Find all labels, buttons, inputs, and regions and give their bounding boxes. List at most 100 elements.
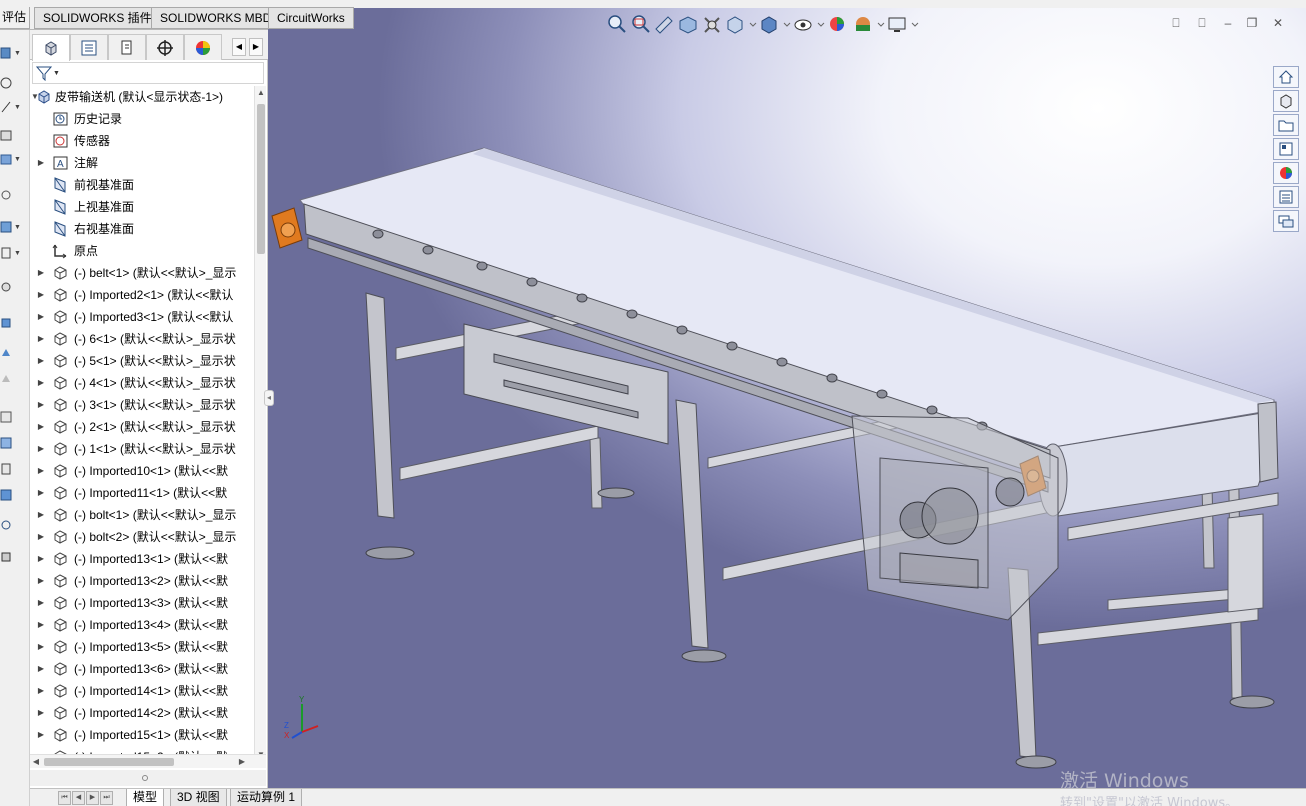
tree-item[interactable]: ▶ (-) Imported13<1> (默认<<默 [30, 548, 254, 570]
tree-item[interactable]: ▶ (-) Imported10<1> (默认<<默 [30, 460, 254, 482]
expand-icon[interactable]: ▶ [36, 680, 46, 702]
restore-icon[interactable]: ❐ [1244, 16, 1260, 32]
graphics-area[interactable]: ⎕ ⎕ – ❐ ✕ Y Z X [268, 8, 1306, 788]
minimize-icon[interactable]: – [1220, 16, 1236, 32]
next-tab-icon[interactable]: ▶ [86, 791, 99, 805]
tool-icon-5[interactable]: ▼ [0, 148, 24, 170]
tree-root[interactable]: ▼ 皮带输送机 (默认<显示状态-1>) [30, 86, 254, 108]
scroll-thumb[interactable] [257, 104, 265, 254]
expand-icon[interactable]: ▶ [36, 394, 46, 416]
previous-view-icon[interactable] [652, 13, 676, 35]
panel-collapse-handle[interactable]: ◂ [264, 390, 274, 406]
tab-circuitworks[interactable]: CircuitWorks [268, 7, 354, 29]
tool-icon-9[interactable] [0, 276, 24, 298]
display-manager-tab[interactable] [184, 34, 222, 60]
configuration-manager-tab[interactable] [108, 34, 146, 60]
tree-item[interactable]: ▶ (-) Imported14<1> (默认<<默 [30, 680, 254, 702]
tab-model[interactable]: 模型 [126, 789, 165, 806]
home-icon[interactable] [1273, 66, 1299, 88]
tool-icon-8[interactable]: ▼ [0, 242, 24, 264]
expand-icon[interactable]: ▶ [36, 328, 46, 350]
tree-item[interactable]: ▶ (-) 6<1> (默认<<默认>_显示状 [30, 328, 254, 350]
tab-solidworks-mbd[interactable]: SOLIDWORKS MBD [151, 7, 281, 29]
expand-icon[interactable]: ▶ [36, 504, 46, 526]
tool-icon-18[interactable] [0, 546, 24, 568]
tab-evaluate[interactable]: 评估 [0, 7, 30, 29]
tree-item[interactable]: 前视基准面 [30, 174, 254, 196]
view-palette-icon[interactable] [1273, 138, 1299, 160]
tool-icon-3[interactable]: ▼ [0, 96, 24, 118]
custom-properties-icon[interactable] [1273, 186, 1299, 208]
tree-item[interactable]: ▶ (-) 3<1> (默认<<默认>_显示状 [30, 394, 254, 416]
tabs-scroll-left[interactable]: ◀ [232, 38, 246, 56]
expand-icon[interactable]: ▶ [36, 636, 46, 658]
tree-item[interactable]: ▶ (-) Imported14<2> (默认<<默 [30, 702, 254, 724]
expand-icon[interactable]: ▶ [36, 548, 46, 570]
tree-item[interactable]: ▶ (-) Imported2<1> (默认<<默认 [30, 284, 254, 306]
tree-item[interactable]: ▶ (-) belt<1> (默认<<默认>_显示 [30, 262, 254, 284]
view-orientation-icon[interactable] [724, 13, 758, 35]
tile-left-icon[interactable]: ⎕ [1168, 16, 1184, 32]
hscroll-thumb[interactable] [44, 758, 174, 766]
tool-icon-15[interactable] [0, 458, 24, 480]
tree-item[interactable]: ▶ (-) Imported13<4> (默认<<默 [30, 614, 254, 636]
tool-icon-10[interactable] [0, 312, 24, 334]
feature-manager-tab[interactable] [32, 34, 70, 61]
edit-appearance-icon[interactable] [826, 13, 852, 35]
expand-icon[interactable]: ▶ [36, 482, 46, 504]
tree-item[interactable]: 上视基准面 [30, 196, 254, 218]
tree-item[interactable]: ▶ (-) 1<1> (默认<<默认>_显示状 [30, 438, 254, 460]
hide-show-icon[interactable] [792, 13, 826, 35]
tree-item[interactable]: ▶ (-) Imported15<1> (默认<<默 [30, 724, 254, 746]
expand-icon[interactable]: ▶ [36, 614, 46, 636]
tab-solidworks-addins[interactable]: SOLIDWORKS 插件 [34, 7, 161, 29]
tree-item[interactable]: ▶ (-) Imported13<3> (默认<<默 [30, 592, 254, 614]
tree-vertical-scrollbar[interactable]: ▲ ▼ [254, 86, 266, 762]
tool-icon-16[interactable] [0, 484, 24, 506]
expand-icon[interactable]: ▶ [36, 592, 46, 614]
tile-right-icon[interactable]: ⎕ [1194, 16, 1210, 32]
apply-scene-icon[interactable] [852, 13, 886, 35]
tool-icon-6[interactable] [0, 184, 24, 206]
expand-icon[interactable]: ▶ [36, 724, 46, 746]
panel-splitter[interactable] [30, 770, 266, 786]
scroll-left-icon[interactable]: ◀ [30, 755, 42, 769]
tool-icon-13[interactable] [0, 406, 24, 428]
last-tab-icon[interactable]: ⏭ [100, 791, 113, 805]
tree-item[interactable]: ▶ (-) 2<1> (默认<<默认>_显示状 [30, 416, 254, 438]
dynamic-annotation-icon[interactable] [700, 13, 724, 35]
tree-item[interactable]: 传感器 [30, 130, 254, 152]
tool-icon-1[interactable]: ▼ [0, 42, 24, 64]
display-style-icon[interactable] [758, 13, 792, 35]
tree-item[interactable]: 右视基准面 [30, 218, 254, 240]
expand-icon[interactable]: ▶ [36, 306, 46, 328]
scroll-right-icon[interactable]: ▶ [236, 755, 248, 769]
tree-item[interactable]: ▶ (-) 4<1> (默认<<默认>_显示状 [30, 372, 254, 394]
file-explorer-icon[interactable] [1273, 114, 1299, 136]
tree-item[interactable]: ▶ (-) Imported3<1> (默认<<默认 [30, 306, 254, 328]
expand-icon[interactable]: ▶ [36, 350, 46, 372]
expand-icon[interactable]: ▶ [36, 152, 46, 174]
tab-3d-view[interactable]: 3D 视图 [170, 789, 227, 806]
first-tab-icon[interactable]: ⏮ [58, 791, 71, 805]
expand-icon[interactable]: ▶ [36, 372, 46, 394]
tool-icon-17[interactable] [0, 514, 24, 536]
tabs-scroll-right[interactable]: ▶ [249, 38, 263, 56]
tree-item[interactable]: 原点 [30, 240, 254, 262]
tool-icon-12[interactable] [0, 368, 24, 390]
tool-icon-4[interactable] [0, 124, 24, 146]
tree-item[interactable]: ▶ (-) bolt<2> (默认<<默认>_显示 [30, 526, 254, 548]
prev-tab-icon[interactable]: ◀ [72, 791, 85, 805]
appearances-icon[interactable] [1273, 162, 1299, 184]
expand-icon[interactable]: ▶ [36, 416, 46, 438]
tree-horizontal-scrollbar[interactable]: ◀ ▶ [30, 754, 266, 768]
tool-icon-2[interactable] [0, 72, 24, 94]
tool-icon-14[interactable] [0, 432, 24, 454]
dimxpert-manager-tab[interactable] [146, 34, 184, 60]
tree-item[interactable]: ▶ (-) Imported13<2> (默认<<默 [30, 570, 254, 592]
expand-icon[interactable]: ▶ [36, 702, 46, 724]
expand-icon[interactable]: ▶ [36, 570, 46, 592]
property-manager-tab[interactable] [70, 34, 108, 60]
view-settings-icon[interactable] [886, 13, 920, 35]
scroll-up-icon[interactable]: ▲ [255, 86, 267, 100]
